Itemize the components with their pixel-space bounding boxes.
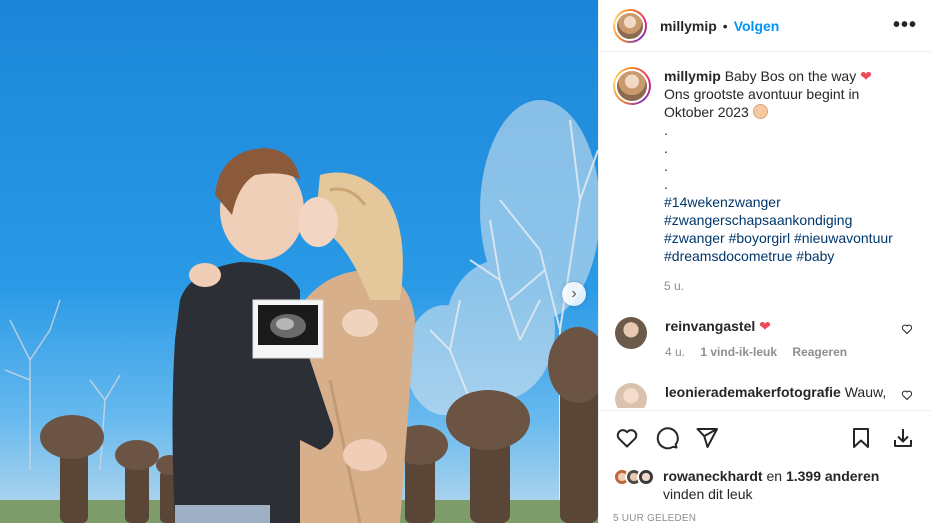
comment-like-heart-icon[interactable] [901,389,913,404]
hashtag-line-1[interactable]: #14wekenzwanger [664,193,904,211]
post-timestamp[interactable]: 5 UUR GELEDEN [613,513,917,523]
comment-likes[interactable]: 1 vind-ik-leuk [700,345,777,359]
comment-username[interactable]: leonierademakerfotografie [665,384,841,400]
comment-username[interactable]: reinvangastel [665,318,755,334]
instagram-post: › millymip • Volgen ••• millymip Baby Bo… [0,0,931,523]
caption-row: millymip Baby Bos on the way ❤ Ons groot… [613,67,917,295]
comment-body: leonierademakerfotografie Wauw, [665,383,895,408]
baby-emoji-icon [752,104,768,119]
hashtag-line-4[interactable]: #dreamsdocometrue #baby [664,247,904,265]
next-photo-button[interactable]: › [562,282,586,306]
share-paper-plane-icon[interactable] [693,424,721,452]
caption: millymip Baby Bos on the way ❤ Ons groot… [664,67,904,295]
bookmark-icon[interactable] [847,424,875,452]
likes-text: rowaneckhardt en 1.399 anderen vinden di… [663,467,879,503]
hashtag-line-3[interactable]: #zwanger #boyorgirl #nieuwavontuur [664,229,904,247]
liked-by-connector: en [766,468,783,484]
author-username[interactable]: millymip [660,18,717,34]
comment-body: reinvangastel ❤ 4 u. 1 vind-ik-leuk Reag… [665,317,895,361]
download-icon[interactable] [889,424,917,452]
action-icons-right [833,424,917,452]
comments-section[interactable]: millymip Baby Bos on the way ❤ Ons groot… [599,53,931,408]
post-header: millymip • Volgen ••• [599,0,931,52]
photo-illustration [0,100,598,523]
avatar[interactable] [613,8,647,43]
caption-dot-3: . [664,158,668,174]
more-options-icon[interactable]: ••• [893,14,917,37]
caption-dot-1: . [664,122,668,138]
reply-button[interactable]: Reageren [792,345,847,359]
liked-by-user[interactable]: rowaneckhardt [663,468,763,484]
comment-text: Wauw, [844,384,887,400]
caption-username[interactable]: millymip [664,68,721,84]
comment-like-heart-icon[interactable] [901,323,913,338]
like-heart-icon[interactable] [613,424,641,452]
separator-dot: • [722,17,728,34]
likes-summary: rowaneckhardt en 1.399 anderen vinden di… [613,467,917,503]
comment-avatar[interactable] [615,383,647,408]
caption-line-1: Baby Bos on the way [724,68,857,84]
post-photo[interactable]: › [0,0,598,523]
comment-item: reinvangastel ❤ 4 u. 1 vind-ik-leuk Reag… [613,317,917,361]
comment-bubble-icon[interactable] [653,424,681,452]
comment-item: leonierademakerfotografie Wauw, [613,383,917,408]
action-bar: rowaneckhardt en 1.399 anderen vinden di… [599,410,931,523]
hashtag-line-2[interactable]: #zwangerschapsaankondiging [664,211,904,229]
action-icons [613,423,917,453]
comment-avatar[interactable] [615,317,647,349]
caption-age[interactable]: 5 u. [664,277,904,295]
liked-by-count[interactable]: 1.399 anderen [786,468,879,484]
post-sidebar: millymip • Volgen ••• millymip Baby Bos … [598,0,931,523]
comment-meta: 4 u. 1 vind-ik-leuk Reageren [665,343,895,361]
comment-age[interactable]: 4 u. [665,345,685,359]
caption-avatar[interactable] [613,67,651,105]
liked-by-suffix: vinden dit leuk [663,486,753,502]
red-heart-emoji-icon: ❤ [759,318,771,334]
follow-button[interactable]: Volgen [734,18,780,34]
chevron-right-icon: › [571,285,577,302]
red-heart-emoji-icon: ❤ [860,68,872,84]
caption-dot-4: . [664,176,668,192]
liker-avatars[interactable] [613,468,655,486]
caption-dot-2: . [664,140,668,156]
